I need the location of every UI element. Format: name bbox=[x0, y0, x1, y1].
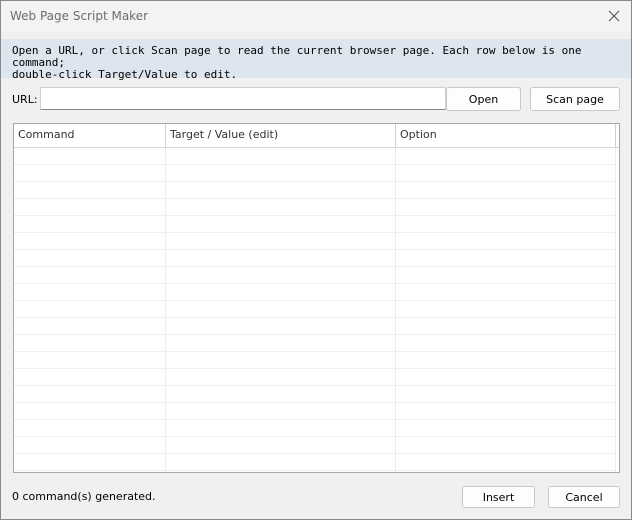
table-row[interactable] bbox=[14, 250, 616, 267]
table-row[interactable] bbox=[14, 216, 616, 233]
table-row[interactable] bbox=[14, 199, 616, 216]
table-row[interactable] bbox=[14, 454, 616, 471]
column-divider bbox=[615, 148, 616, 472]
cancel-button[interactable]: Cancel bbox=[548, 486, 620, 508]
column-divider bbox=[165, 148, 166, 472]
table-row[interactable] bbox=[14, 301, 616, 318]
table-row[interactable] bbox=[14, 386, 616, 403]
column-divider bbox=[395, 148, 396, 472]
url-input[interactable] bbox=[40, 87, 446, 110]
close-icon bbox=[608, 10, 620, 22]
table-row[interactable] bbox=[14, 437, 616, 454]
column-header-command[interactable]: Command bbox=[14, 124, 166, 147]
grid-body[interactable] bbox=[14, 148, 619, 472]
grid-header: Command Target / Value (edit) Option bbox=[14, 124, 619, 148]
open-button[interactable]: Open bbox=[446, 87, 521, 111]
status-text: 0 command(s) generated. bbox=[12, 490, 156, 503]
column-header-option[interactable]: Option bbox=[396, 124, 616, 147]
insert-button[interactable]: Insert bbox=[462, 486, 535, 508]
close-button[interactable] bbox=[601, 3, 627, 29]
table-row[interactable] bbox=[14, 148, 616, 165]
table-row[interactable] bbox=[14, 403, 616, 420]
column-header-filler bbox=[616, 124, 619, 147]
table-row[interactable] bbox=[14, 284, 616, 301]
table-row[interactable] bbox=[14, 165, 616, 182]
table-row[interactable] bbox=[14, 369, 616, 386]
table-row[interactable] bbox=[14, 182, 616, 199]
command-grid[interactable]: Command Target / Value (edit) Option bbox=[13, 123, 620, 473]
scan-page-button[interactable]: Scan page bbox=[530, 87, 620, 111]
table-row[interactable] bbox=[14, 267, 616, 284]
table-row[interactable] bbox=[14, 335, 616, 352]
table-row[interactable] bbox=[14, 352, 616, 369]
info-text: Open a URL, or click Scan page to read t… bbox=[12, 44, 582, 81]
table-row[interactable] bbox=[14, 233, 616, 250]
dialog-window: Web Page Script Maker Open a URL, or cli… bbox=[0, 0, 632, 520]
column-header-target-value[interactable]: Target / Value (edit) bbox=[166, 124, 396, 147]
info-banner: Open a URL, or click Scan page to read t… bbox=[1, 39, 631, 81]
window-title: Web Page Script Maker bbox=[10, 9, 149, 23]
table-row[interactable] bbox=[14, 471, 616, 472]
title-bar: Web Page Script Maker bbox=[1, 1, 631, 32]
url-label: URL: bbox=[12, 93, 38, 106]
table-row[interactable] bbox=[14, 318, 616, 335]
table-row[interactable] bbox=[14, 420, 616, 437]
